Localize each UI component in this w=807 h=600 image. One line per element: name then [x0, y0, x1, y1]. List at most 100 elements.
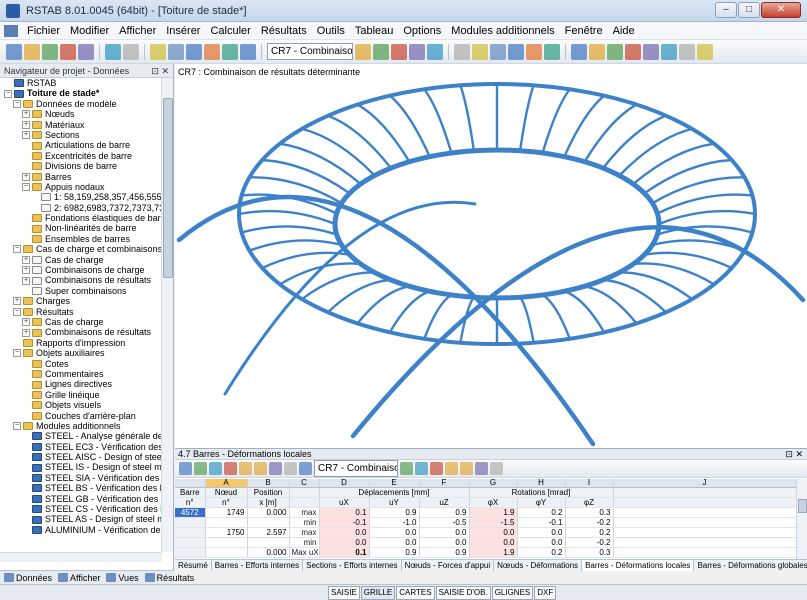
- collapse-icon[interactable]: −: [4, 89, 12, 98]
- grid-cell[interactable]: [613, 547, 797, 558]
- grid-cell[interactable]: [205, 517, 248, 528]
- redo-icon[interactable]: [123, 43, 139, 60]
- header-cell[interactable]: n°: [205, 497, 248, 508]
- grid-cell[interactable]: 0.000: [247, 547, 290, 558]
- tree-item[interactable]: Fondations élastiques de barre: [0, 213, 162, 223]
- expand-icon[interactable]: +: [22, 110, 30, 119]
- table-filter-icon[interactable]: [194, 462, 207, 475]
- zoom-all-icon[interactable]: [544, 43, 560, 60]
- tree-item[interactable]: Divisions de barre: [0, 161, 162, 171]
- info-icon[interactable]: [697, 43, 713, 60]
- expand-icon[interactable]: +: [22, 318, 30, 327]
- grid-cell[interactable]: max: [289, 507, 320, 518]
- stadium-roof-model[interactable]: [175, 64, 807, 448]
- tree-item[interactable]: 2: 6982,6983,7372,7373,7384,7: [0, 203, 162, 213]
- grid-cell[interactable]: [247, 517, 290, 528]
- grid-cell[interactable]: 0.3: [565, 547, 614, 558]
- tree-item[interactable]: + Barres: [0, 172, 162, 182]
- report-icon[interactable]: [186, 43, 202, 60]
- table-case-combo[interactable]: CR7 - Combinaison de▼: [314, 460, 398, 477]
- header-cell[interactable]: Rotations [mrad]: [469, 487, 614, 498]
- menu-tableau[interactable]: Tableau: [350, 22, 399, 40]
- grid-scroll-thumb[interactable]: [798, 499, 807, 513]
- table-tab[interactable]: Nœuds - Déformations: [494, 560, 583, 571]
- grid-cell[interactable]: 0.0: [517, 527, 566, 538]
- section-icon[interactable]: [643, 43, 659, 60]
- menu-aide[interactable]: Aide: [608, 22, 640, 40]
- tree-item[interactable]: + Nœuds: [0, 109, 162, 119]
- deformation-icon[interactable]: [427, 43, 443, 60]
- grid-cell[interactable]: 2.597: [247, 527, 290, 538]
- tree-item[interactable]: STEEL IS - Design of steel membe: [0, 462, 162, 472]
- grid-cell[interactable]: [613, 537, 797, 548]
- panel-icon[interactable]: [240, 43, 256, 60]
- menu-fichier[interactable]: Fichier: [22, 22, 65, 40]
- collapse-icon[interactable]: −: [22, 183, 30, 192]
- tree-item[interactable]: − Données de modèle: [0, 99, 162, 109]
- grid-cell[interactable]: 0.2: [517, 547, 566, 558]
- header-cell[interactable]: n°: [175, 497, 206, 508]
- tree-item[interactable]: STEEL CS - Vérification des barre: [0, 504, 162, 514]
- tree-item[interactable]: Super combinaisons: [0, 286, 162, 296]
- expand-icon[interactable]: +: [22, 131, 30, 140]
- info-icon[interactable]: [490, 462, 503, 475]
- view-icon[interactable]: [445, 462, 458, 475]
- collapse-icon[interactable]: −: [13, 422, 21, 431]
- grid-cell[interactable]: 1750: [205, 527, 248, 538]
- collapse-icon[interactable]: −: [13, 307, 21, 316]
- expand-icon[interactable]: +: [22, 276, 30, 285]
- grid-cell[interactable]: [247, 537, 290, 548]
- menu-afficher[interactable]: Afficher: [114, 22, 161, 40]
- table-tab[interactable]: Barres - Efforts internes: [212, 560, 304, 571]
- tab-donnees[interactable]: Données: [4, 573, 52, 583]
- pin-close-icon[interactable]: ⊡ ✕: [151, 64, 169, 78]
- minimize-icon[interactable]: –: [715, 2, 737, 18]
- collapse-icon[interactable]: −: [13, 349, 21, 358]
- tree-item[interactable]: Articulations de barre: [0, 140, 162, 150]
- results-icon[interactable]: [168, 43, 184, 60]
- model-view[interactable]: CR7 : Combinaison de résultats détermina…: [175, 64, 807, 448]
- column-letter[interactable]: F: [419, 479, 470, 488]
- zoom-icon[interactable]: [526, 43, 542, 60]
- grid-cell[interactable]: [205, 547, 248, 558]
- header-cell[interactable]: Nœud: [205, 487, 248, 498]
- show-results-icon[interactable]: [391, 43, 407, 60]
- expand-icon[interactable]: +: [22, 266, 30, 275]
- tab-vues[interactable]: Vues: [106, 573, 139, 583]
- status-toggle-1[interactable]: GRILLE: [360, 586, 396, 600]
- tree-item[interactable]: Non-linéarités de barre: [0, 223, 162, 233]
- grid-cell[interactable]: 0.9: [369, 507, 420, 518]
- grid-cell[interactable]: [613, 527, 797, 538]
- navigator-icon[interactable]: [222, 43, 238, 60]
- tree-item[interactable]: Grille linéique: [0, 390, 162, 400]
- print-graphic-icon[interactable]: [78, 43, 94, 60]
- header-cell[interactable]: [613, 497, 797, 508]
- tree-item[interactable]: + Combinaisons de charge: [0, 265, 162, 275]
- header-cell[interactable]: uX: [319, 497, 370, 508]
- table-row[interactable]: 0.000 Max uX 0.1 0.9 0.9 1.9 0.2 0.3: [175, 547, 797, 558]
- tree-item[interactable]: STEEL BS - Vérification des barres: [0, 483, 162, 493]
- grid-cell[interactable]: [613, 517, 797, 528]
- close-icon[interactable]: ✕: [761, 2, 801, 18]
- collapse-icon[interactable]: −: [13, 99, 21, 108]
- grid-cell[interactable]: 0.0: [517, 537, 566, 548]
- tree-item[interactable]: + Combinaisons de résultats: [0, 275, 162, 285]
- scroll-thumb[interactable]: [163, 98, 173, 278]
- menu-fenetre[interactable]: Fenêtre: [560, 22, 608, 40]
- render-icon[interactable]: [571, 43, 587, 60]
- grid-cell[interactable]: 0.9: [369, 547, 420, 558]
- tree-item[interactable]: Rapports d'impression: [0, 338, 162, 348]
- values-icon[interactable]: [284, 462, 297, 475]
- tree-item[interactable]: Ensembles de barres: [0, 234, 162, 244]
- column-letter[interactable]: C: [289, 479, 320, 488]
- collapse-icon[interactable]: −: [13, 245, 21, 254]
- grid-cell[interactable]: -0.5: [419, 517, 470, 528]
- table-tab[interactable]: Résumé: [175, 560, 212, 571]
- grid-cell[interactable]: 0.000: [247, 507, 290, 518]
- column-letter[interactable]: H: [517, 479, 566, 488]
- view-x-icon[interactable]: [472, 43, 488, 60]
- tree-item[interactable]: + Cas de charge: [0, 255, 162, 265]
- grid-cell[interactable]: -0.1: [319, 517, 370, 528]
- tree-item[interactable]: − Toiture de stade*: [0, 88, 162, 98]
- tree-item[interactable]: 1: 58,159,258,357,456,555,653,: [0, 192, 162, 202]
